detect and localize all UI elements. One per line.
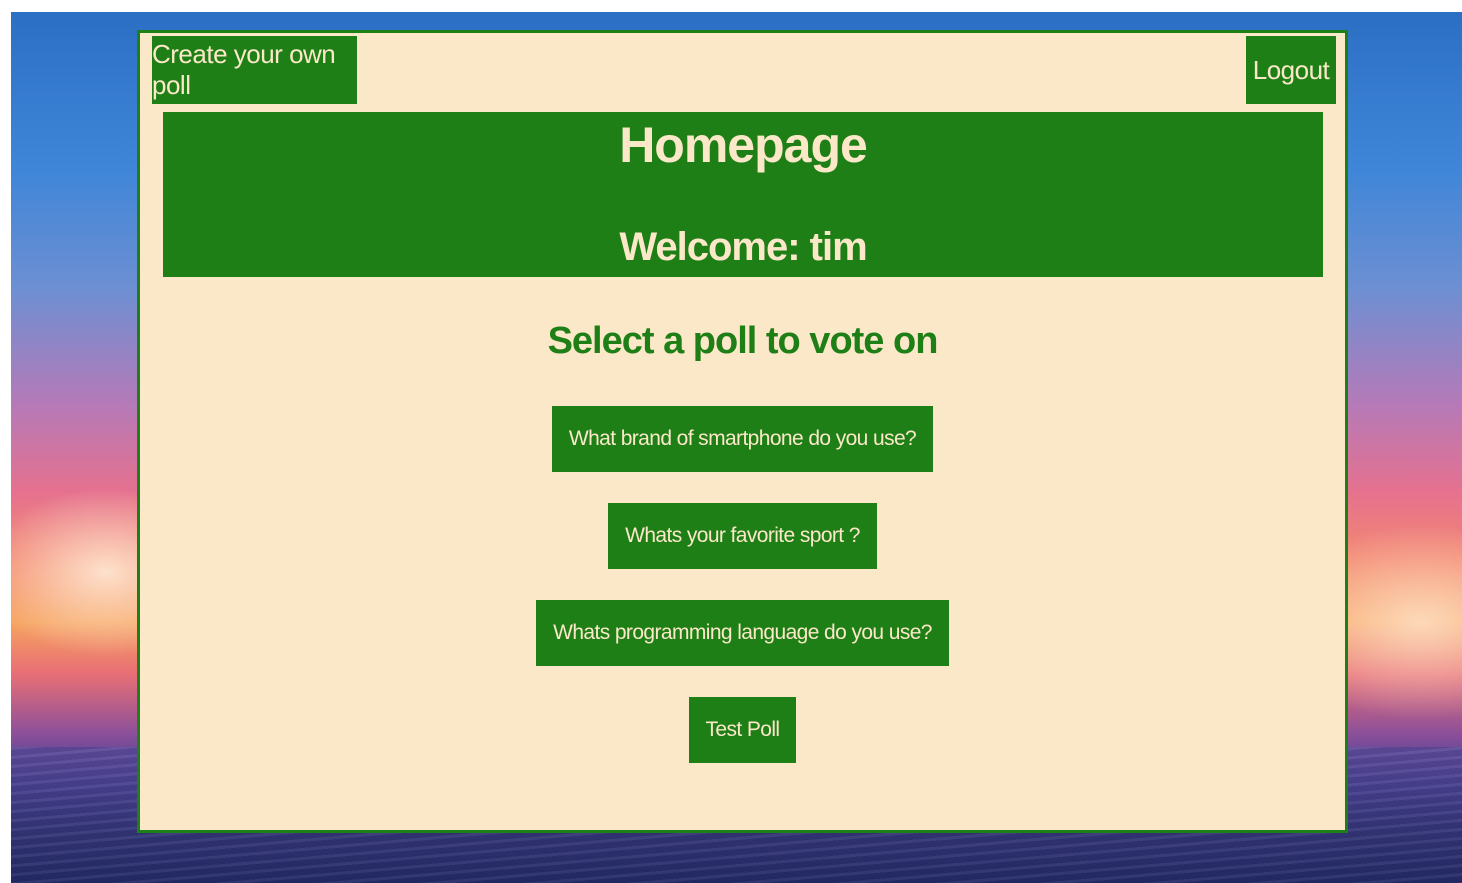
poll-button-sport[interactable]: Whats your favorite sport ?	[608, 503, 877, 569]
poll-button-smartphone[interactable]: What brand of smartphone do you use?	[551, 406, 934, 472]
poll-button-programming-language[interactable]: Whats programming language do you use?	[536, 600, 949, 666]
poll-button-test[interactable]: Test Poll	[688, 697, 797, 763]
poll-list: What brand of smartphone do you use? Wha…	[140, 406, 1345, 794]
main-panel: Create your own poll Logout Homepage Wel…	[137, 30, 1348, 833]
page-title: Homepage	[619, 117, 868, 173]
welcome-message: Welcome: tim	[619, 225, 867, 269]
create-poll-button[interactable]: Create your own poll	[152, 36, 357, 104]
logout-button[interactable]: Logout	[1246, 36, 1336, 104]
poll-list-heading: Select a poll to vote on	[547, 320, 939, 362]
page-header: Homepage Welcome: tim	[163, 112, 1323, 277]
